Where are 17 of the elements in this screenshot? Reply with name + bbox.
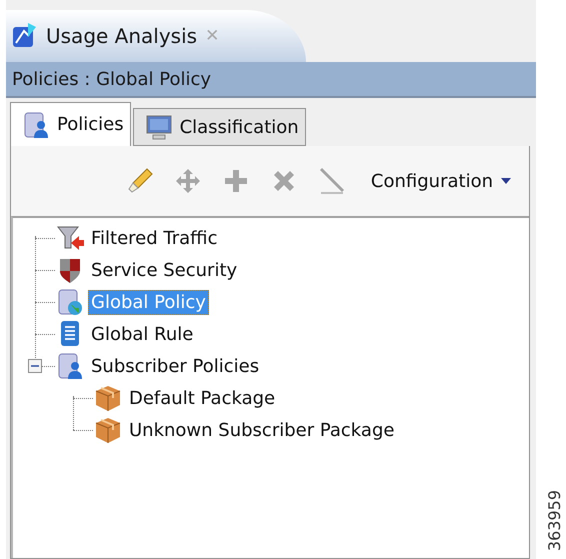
figure-number: 363959 xyxy=(545,490,564,551)
configuration-menu[interactable]: Configuration xyxy=(370,170,511,192)
package-icon xyxy=(93,383,123,413)
tree-item[interactable]: Unknown Subscriber Package xyxy=(126,418,398,442)
view-title: Usage Analysis xyxy=(46,24,198,48)
package-icon xyxy=(93,415,123,445)
view-tab[interactable]: Usage Analysis ✕ xyxy=(6,10,306,62)
collapse-toggle[interactable] xyxy=(28,359,42,373)
header-title: Policies : Global Policy xyxy=(12,68,212,90)
caret-icon xyxy=(501,178,511,184)
tab[interactable]: Policies xyxy=(10,102,131,146)
tab[interactable]: Classification xyxy=(132,108,306,146)
tree-item[interactable]: Filtered Traffic xyxy=(88,226,220,250)
tree-item[interactable]: Subscriber Policies xyxy=(88,354,262,378)
tree-item[interactable]: Service Security xyxy=(88,258,240,282)
tree-item[interactable]: Global Rule xyxy=(88,322,196,346)
tree-item[interactable]: Default Package xyxy=(126,386,278,410)
